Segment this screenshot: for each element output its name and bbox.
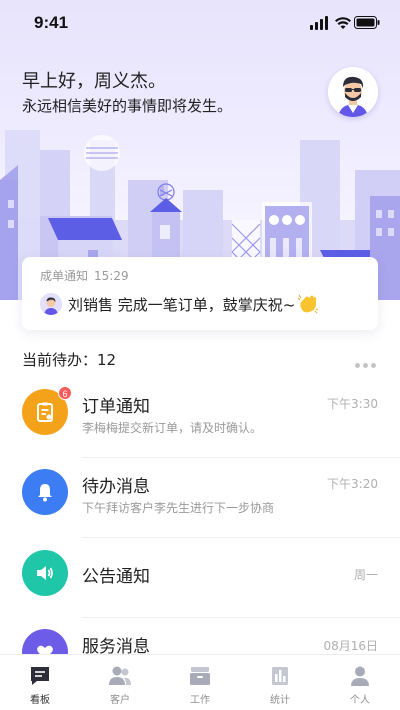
message-item-todo[interactable]: 待办消息 下午拜访客户李先生进行下一步协商 下午3:20	[0, 458, 400, 538]
salesperson-avatar	[40, 293, 62, 315]
slogan-text: 永远相信美好的事情即将发生。	[22, 97, 233, 115]
tab-customers[interactable]: 客户	[80, 655, 160, 710]
message-subtitle: 下午拜访客户李先生进行下一步协商	[82, 501, 275, 515]
more-options-icon[interactable]	[352, 353, 378, 368]
tab-stats[interactable]: 统计	[240, 655, 320, 710]
bell-icon	[22, 469, 68, 515]
clap-icon	[297, 294, 319, 314]
todo-title: 当前待办：12	[22, 351, 117, 369]
message-time: 下午3:20	[327, 477, 378, 491]
hero-banner: 9:41 早上好，周义杰。 永远相信美好的事情即将发生。	[0, 0, 400, 300]
order-notice-card[interactable]: 成单通知 15:29 刘销售 完成一笔订单，鼓掌庆祝~	[22, 257, 378, 330]
tab-label: 工作	[190, 695, 210, 706]
bottom-tab-bar: 看板 客户 工作 统计 个人	[0, 654, 400, 710]
tab-label: 统计	[270, 695, 290, 706]
notice-label: 成单通知	[40, 269, 89, 283]
notice-header: 成单通知 15:29	[40, 267, 129, 284]
wifi-icon	[335, 17, 351, 29]
tab-board[interactable]: 看板	[0, 655, 80, 710]
avatar-illustration	[328, 67, 378, 117]
message-title: 待办消息	[82, 477, 150, 497]
message-title: 订单通知	[82, 397, 150, 417]
message-item-order[interactable]: 6 订单通知 李梅梅提交新订单，请及时确认。 下午3:30	[0, 378, 400, 458]
unread-badge: 6	[58, 386, 72, 400]
tab-profile[interactable]: 个人	[320, 655, 400, 710]
customers-icon	[109, 666, 131, 685]
message-time: 08月16日	[323, 639, 378, 653]
tab-label: 客户	[110, 695, 130, 706]
message-title: 公告通知	[82, 567, 150, 587]
board-icon	[31, 667, 49, 685]
notice-time: 15:29	[94, 269, 129, 283]
tab-label: 个人	[350, 695, 370, 706]
status-bar: 9:41	[0, 0, 400, 44]
notice-body: 刘销售 完成一笔订单，鼓掌庆祝~	[40, 292, 319, 316]
message-subtitle: 李梅梅提交新订单，请及时确认。	[82, 421, 263, 435]
todo-summary: 当前待办：12	[22, 349, 378, 369]
stats-icon	[272, 667, 288, 685]
notice-message: 刘销售 完成一笔订单，鼓掌庆祝~	[68, 295, 296, 314]
status-time: 9:41	[34, 13, 69, 32]
greeting-text: 早上好，周义杰。	[22, 71, 166, 92]
tab-label: 看板	[30, 695, 50, 706]
tab-work[interactable]: 工作	[160, 655, 240, 710]
user-avatar[interactable]	[328, 67, 378, 117]
person-icon	[351, 666, 369, 686]
signal-icon	[310, 16, 328, 30]
message-time: 周一	[353, 568, 378, 582]
speaker-icon	[22, 550, 68, 596]
work-icon	[190, 667, 210, 685]
message-item-announcement[interactable]: 公告通知 周一	[0, 538, 400, 618]
status-icons	[310, 16, 380, 30]
message-time: 下午3:30	[327, 397, 378, 411]
battery-icon	[354, 16, 380, 29]
